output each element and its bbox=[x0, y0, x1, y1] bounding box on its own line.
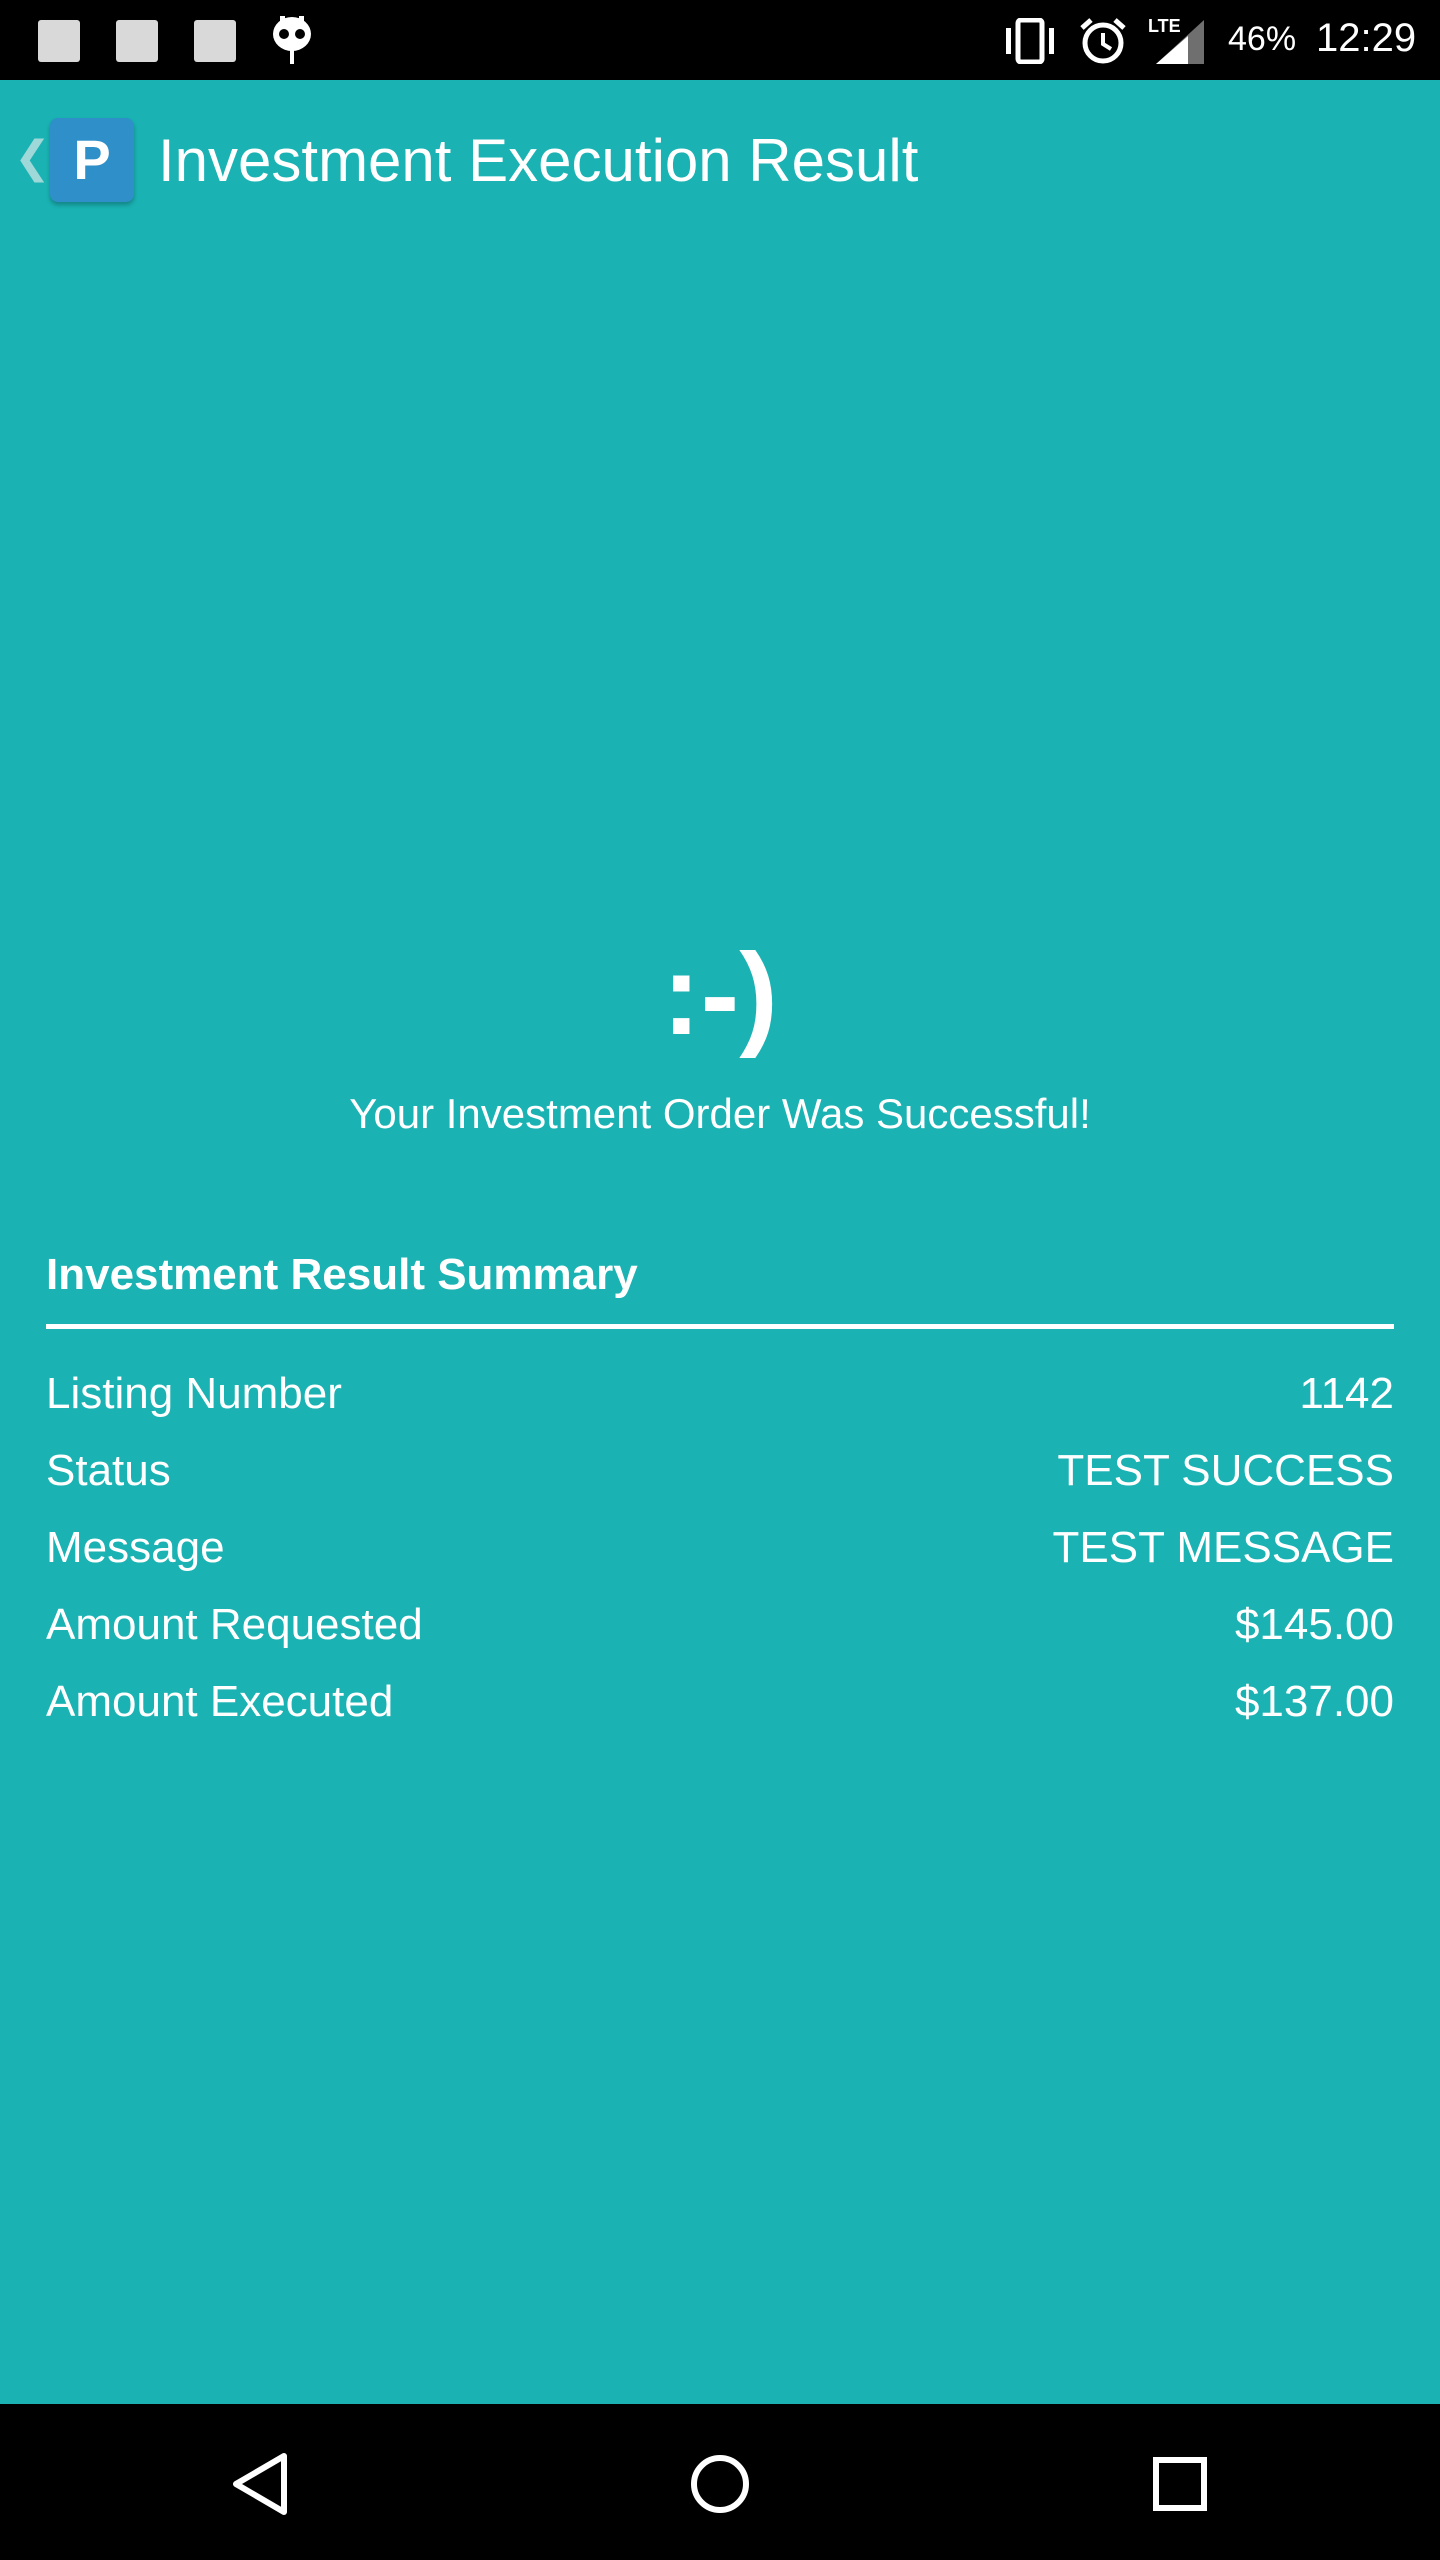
chevron-left-icon[interactable]: ❮ bbox=[14, 132, 51, 183]
status-bar: LTE 46% 12:29 bbox=[0, 0, 1440, 80]
back-triangle-icon[interactable] bbox=[222, 2444, 302, 2524]
smiley-emoticon: :-) bbox=[662, 929, 778, 1059]
navigation-bar bbox=[0, 2404, 1440, 2560]
summary-label: Amount Requested bbox=[46, 1599, 423, 1649]
home-circle-icon[interactable] bbox=[680, 2444, 760, 2524]
summary-divider bbox=[46, 1324, 1394, 1329]
summary-label: Listing Number bbox=[46, 1368, 342, 1418]
summary-label: Message bbox=[46, 1522, 225, 1572]
notification-icon bbox=[116, 20, 158, 62]
summary-title: Investment Result Summary bbox=[46, 1250, 638, 1299]
success-message: Your Investment Order Was Successful! bbox=[349, 1090, 1091, 1137]
summary-row-listing-number: Listing Number 1142 bbox=[46, 1355, 1394, 1432]
summary-row-message: Message TEST MESSAGE bbox=[46, 1509, 1394, 1586]
result-summary: Investment Result Summary Listing Number… bbox=[46, 1250, 1394, 1740]
recents-square-icon[interactable] bbox=[1140, 2444, 1220, 2524]
summary-row-status: Status TEST SUCCESS bbox=[46, 1432, 1394, 1509]
cyanogen-icon bbox=[270, 14, 314, 66]
alarm-icon bbox=[1078, 16, 1128, 66]
summary-row-amount-executed: Amount Executed $137.00 bbox=[46, 1663, 1394, 1740]
lte-signal-icon: LTE bbox=[1148, 14, 1208, 66]
summary-label: Amount Executed bbox=[46, 1676, 394, 1726]
vibrate-icon bbox=[1000, 18, 1060, 64]
svg-text:LTE: LTE bbox=[1148, 16, 1181, 36]
app-logo[interactable]: P bbox=[50, 118, 134, 202]
summary-value: $145.00 bbox=[1234, 1599, 1394, 1649]
screen: LTE 46% 12:29 ❮ P Investment Execution R… bbox=[0, 0, 1440, 2560]
action-bar: ❮ P Investment Execution Result bbox=[0, 80, 1440, 242]
summary-label: Status bbox=[46, 1445, 171, 1495]
clock: 12:29 bbox=[1316, 16, 1417, 60]
summary-value: $137.00 bbox=[1234, 1676, 1394, 1726]
notification-icon bbox=[194, 20, 236, 62]
notification-icon bbox=[38, 20, 80, 62]
summary-value: TEST MESSAGE bbox=[1052, 1522, 1395, 1572]
summary-value: 1142 bbox=[1299, 1368, 1394, 1418]
page-title: Investment Execution Result bbox=[158, 127, 919, 194]
summary-value: TEST SUCCESS bbox=[1057, 1445, 1394, 1495]
summary-row-amount-requested: Amount Requested $145.00 bbox=[46, 1586, 1394, 1663]
battery-percent: 46% bbox=[1228, 20, 1297, 58]
